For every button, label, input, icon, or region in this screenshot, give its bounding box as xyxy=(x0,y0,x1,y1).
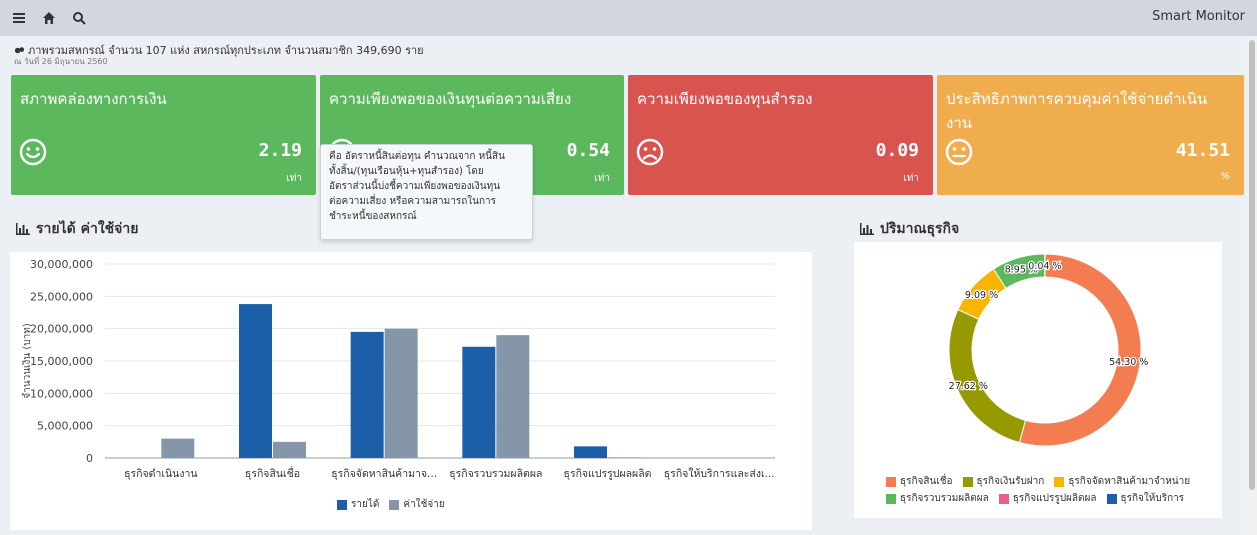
bar-expense[interactable] xyxy=(608,457,641,458)
smiley-neutral-icon xyxy=(945,138,973,166)
kpi-title: ประสิทธิภาพการควบคุมค่าใช้จ่ายดำเนินงาน xyxy=(946,90,1208,132)
donut-legend-row-1: ธุรกิจสินเชื่อ ธุรกิจเงินรับฝาก ธุรกิจจั… xyxy=(886,474,1200,489)
app-title: Smart Monitor xyxy=(1152,9,1245,24)
bar-income[interactable] xyxy=(462,346,496,458)
legend-swatch xyxy=(886,476,896,487)
tooltip-line: ทั้งสิ้น/(ทุนเรือนหุ้น+ทุนสำรอง) โดย xyxy=(329,166,484,177)
kpi-unit: เท่า xyxy=(594,173,610,184)
kpi-value: 2.19 xyxy=(258,140,302,161)
bar-income[interactable] xyxy=(239,304,272,458)
legend-item-supply[interactable]: ธุรกิจจัดหาสินค้ามาจำหน่าย xyxy=(1054,474,1190,489)
page-scrollbar[interactable] xyxy=(1247,36,1257,535)
panel-title: ปริมาณธุรกิจ xyxy=(860,218,959,240)
legend-swatch xyxy=(1106,493,1117,504)
x-tick-label: ธุรกิจดำเนินงาน xyxy=(124,468,197,480)
x-tick-label: ธุรกิจให้บริการและส่งเ... xyxy=(664,467,775,480)
kpi-title: สภาพคล่องทางการเงิน xyxy=(20,90,167,108)
panel-title: รายได้ ค่าใช้จ่าย xyxy=(16,218,138,240)
kpi-unit: เท่า xyxy=(903,173,919,184)
kpi-card-reserve[interactable]: ความเพียงพอของทุนสำรอง 0.09 เท่า xyxy=(628,75,933,195)
legend-swatch xyxy=(886,493,896,504)
kpi-card-expense-control[interactable]: ประสิทธิภาพการควบคุมค่าใช้จ่ายดำเนินงาน … xyxy=(937,75,1244,195)
bar-expense[interactable] xyxy=(273,441,306,458)
legend-item-expense[interactable]: ค่าใช้จ่าย xyxy=(389,497,445,512)
bar-expense[interactable] xyxy=(496,335,530,458)
x-tick-label: ธุรกิจรวบรวมผลิตผล xyxy=(449,468,542,480)
donut-slice[interactable] xyxy=(1018,253,1142,447)
y-tick-label: 0 xyxy=(86,452,93,465)
tooltip-line: คือ อัตราหนี้สินต่อทุน คำนวณจาก หนี้สิน xyxy=(329,151,505,162)
business-volume-chart-box: 54.30 % 27.62 % 9.09 % 8.95 % 0.04 % ธุรกิจส… xyxy=(854,242,1222,518)
x-tick-label: ธุรกิจจัดหาสินค้ามาจ... xyxy=(331,468,437,480)
income-expense-bar-chart: 0 5,000,000 10,000,000 15,000,000 20,000,000… xyxy=(22,258,775,480)
x-tick-label: ธุรกิจสินเชื่อ xyxy=(245,466,300,480)
kpi-tooltip: คือ อัตราหนี้สินต่อทุน คำนวณจาก หนี้สิน … xyxy=(320,144,533,240)
legend-item-collection[interactable]: ธุรกิจรวบรวมผลิตผล xyxy=(886,491,989,506)
kpi-title: ความเพียงพอของเงินทุนต่อความเสี่ยง xyxy=(329,90,572,108)
scrollbar-thumb[interactable] xyxy=(1249,40,1255,490)
bar-expense[interactable] xyxy=(384,328,418,458)
kpi-card-liquidity[interactable]: สภาพคล่องทางการเงิน 2.19 เท่า xyxy=(11,75,316,195)
tooltip-line: อัตราส่วนนี้บ่งชี้ความเพียงพอของเงินทุน xyxy=(329,181,501,192)
bar-income[interactable] xyxy=(350,331,384,458)
kpi-unit: เท่า xyxy=(286,173,302,184)
kpi-unit: % xyxy=(1220,171,1230,182)
smiley-happy-icon xyxy=(19,138,47,166)
bar-expense[interactable] xyxy=(161,438,195,458)
y-tick-label: 30,000,000 xyxy=(30,258,93,271)
income-expense-panel: รายได้ ค่าใช้จ่าย 0 5,000,000 10,000,000 15… xyxy=(0,210,822,535)
x-tick-label: ธุรกิจแปรรูปผลผลิต xyxy=(564,468,652,480)
slice-label: 9.09 % xyxy=(965,290,998,301)
slice-label: 27.62 % xyxy=(949,381,988,392)
kpi-value: 0.09 xyxy=(875,140,919,161)
home-icon[interactable] xyxy=(38,7,60,29)
legend-item-deposit[interactable]: ธุรกิจเงินรับฝาก xyxy=(962,474,1044,489)
y-tick-label: 25,000,000 xyxy=(30,290,93,303)
bar-chart-icon xyxy=(16,223,30,235)
kpi-value: 0.54 xyxy=(566,140,610,161)
donut-legend-row-2: ธุรกิจรวบรวมผลิตผล ธุรกิจแปรรูปผลิตผล ธุ… xyxy=(886,491,1194,506)
bar-chart-icon xyxy=(860,223,874,235)
y-tick-label: 10,000,000 xyxy=(30,387,93,400)
legend-swatch xyxy=(1054,476,1065,487)
smiley-sad-icon xyxy=(636,138,664,166)
legend-swatch xyxy=(389,499,400,510)
y-tick-label: 15,000,000 xyxy=(30,355,93,368)
slice-label: 0.04 % xyxy=(1028,261,1061,272)
legend-item-credit[interactable]: ธุรกิจสินเชื่อ xyxy=(886,474,953,489)
y-axis-label: จำนวนเงิน (บาท) xyxy=(22,323,33,399)
bar-chart-legend: รายได้ ค่าใช้จ่าย xyxy=(337,497,455,512)
business-volume-panel: ปริมาณธุรกิจ 54.30 % 27.62 % 9.09 % 8.95 % 0… xyxy=(838,210,1244,535)
y-tick-label: 20,000,000 xyxy=(30,323,93,336)
legend-item-service[interactable]: ธุรกิจให้บริการ xyxy=(1106,491,1184,506)
legend-swatch xyxy=(962,476,973,487)
summary-date: ณ วันที่ 26 มิถุนายน 2560 xyxy=(14,57,108,66)
bar-income[interactable] xyxy=(574,446,607,458)
slice-label: 54.30 % xyxy=(1109,357,1148,368)
tooltip-line: ชำระหนี้ของสหกรณ์ xyxy=(329,211,417,222)
menu-icon[interactable] xyxy=(8,7,30,29)
cooperative-icon xyxy=(14,46,25,53)
search-icon[interactable] xyxy=(68,7,90,29)
donut-slice[interactable] xyxy=(948,308,1027,444)
y-tick-label: 5,000,000 xyxy=(37,420,93,433)
tooltip-line: ต่อความเสี่ยง หรือความสามารถในการ xyxy=(329,196,497,207)
legend-item-processing[interactable]: ธุรกิจแปรรูปผลิตผล xyxy=(998,491,1097,506)
kpi-title: ความเพียงพอของทุนสำรอง xyxy=(637,90,813,108)
legend-swatch xyxy=(337,499,347,510)
kpi-value: 41.51 xyxy=(1175,140,1230,161)
top-navbar: Smart Monitor xyxy=(0,0,1257,36)
income-expense-chart-box: 0 5,000,000 10,000,000 15,000,000 20,000,000… xyxy=(10,252,812,530)
legend-swatch xyxy=(998,493,1009,504)
legend-item-income[interactable]: รายได้ xyxy=(337,497,379,512)
